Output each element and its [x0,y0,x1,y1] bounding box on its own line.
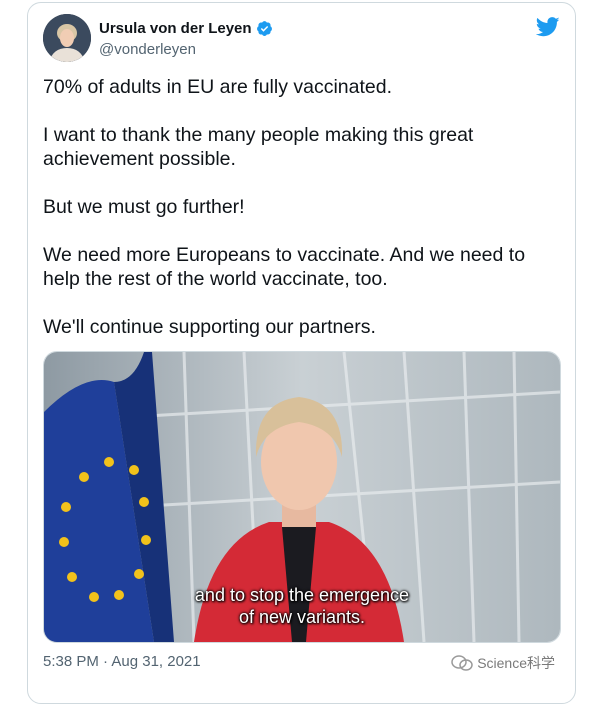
tweet-text: 70% of adults in EU are fully vaccinated… [43,75,558,363]
subtitle-line: and to stop the emergence [194,585,410,605]
tweet-timestamp[interactable]: 5:38 PM · Aug 31, 2021 [43,653,201,670]
watermark: Science科学 [451,653,555,673]
verified-badge-icon [256,21,272,36]
tweet-card: Ursula von der Leyen @vonderleyen 70% of… [27,2,576,704]
subtitle-line: of new variants. [238,607,366,627]
author-name-row: Ursula von der Leyen [99,20,273,37]
avatar[interactable] [43,14,91,62]
tweet-paragraph: We'll continue supporting our partners. [43,316,376,338]
tweet-paragraph: 70% of adults in EU are fully vaccinated… [43,76,393,98]
watermark-text: Science科学 [477,655,555,671]
twitter-bird-icon[interactable] [536,17,560,37]
tweet-paragraph: We need more Europeans to vaccinate. And… [43,244,526,290]
tweet-paragraph: I want to thank the many people making t… [43,124,474,170]
author-display-name[interactable]: Ursula von der Leyen [99,20,252,37]
author-handle[interactable]: @vonderleyen [99,41,196,58]
watermark-logo-icon [451,655,473,671]
video-subtitle: and to stop the emergence of new variant… [44,584,560,628]
tweet-paragraph: But we must go further! [43,196,245,218]
video-player[interactable]: and to stop the emergence of new variant… [43,351,561,643]
